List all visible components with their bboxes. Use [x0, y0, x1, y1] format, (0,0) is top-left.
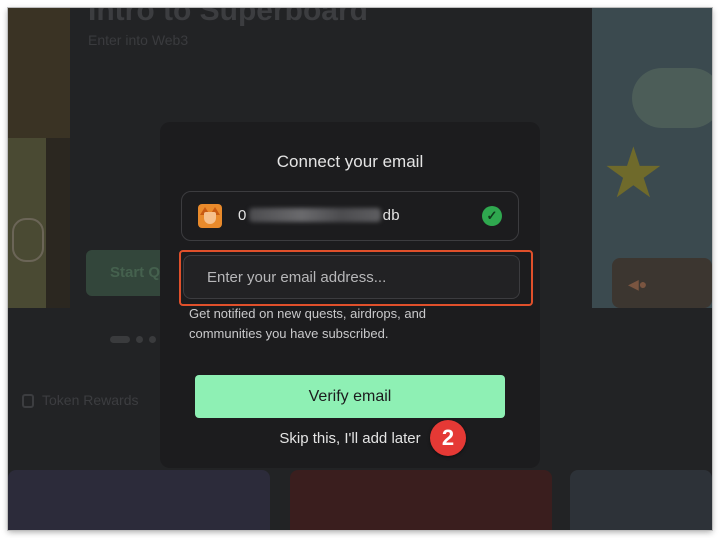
astronaut-illustration — [12, 218, 44, 262]
background-page-title: Intro to Superboard — [88, 8, 368, 27]
background-quest-cards — [8, 470, 712, 530]
email-input[interactable] — [183, 255, 520, 299]
fish-icon: ◀● — [628, 276, 648, 292]
app-window: ★ ◀● Intro to Superboard Enter into Web3… — [8, 8, 712, 530]
background-artwork-right: ★ ◀● — [592, 8, 712, 308]
background-token-rewards: Token Rewards — [22, 392, 139, 408]
highlight-box — [179, 250, 533, 306]
background-page-subtitle: Enter into Web3 — [88, 32, 189, 48]
database-icon — [22, 394, 34, 408]
background-artwork-left — [8, 8, 70, 308]
connect-email-modal: Connect your email 0db ✓ Get notified on… — [160, 122, 540, 468]
step-number-badge: 2 — [430, 420, 466, 456]
quest-card — [570, 470, 712, 530]
verify-email-button[interactable]: Verify email — [195, 375, 505, 418]
verified-check-icon: ✓ — [482, 206, 502, 226]
skip-email-link[interactable]: Skip this, I'll add later — [160, 430, 540, 447]
quest-card — [8, 470, 270, 530]
star-illustration: ★ — [602, 134, 665, 212]
email-help-text: Get notified on new quests, airdrops, an… — [189, 306, 427, 341]
redacted-address-blur — [248, 208, 381, 222]
metamask-fox-icon — [198, 204, 222, 228]
quest-card — [290, 470, 552, 530]
carousel-dots — [110, 330, 162, 348]
modal-title: Connect your email — [276, 152, 424, 171]
connected-wallet-row: 0 db ✓ — [181, 191, 519, 241]
wallet-address: 0 db — [238, 207, 400, 224]
